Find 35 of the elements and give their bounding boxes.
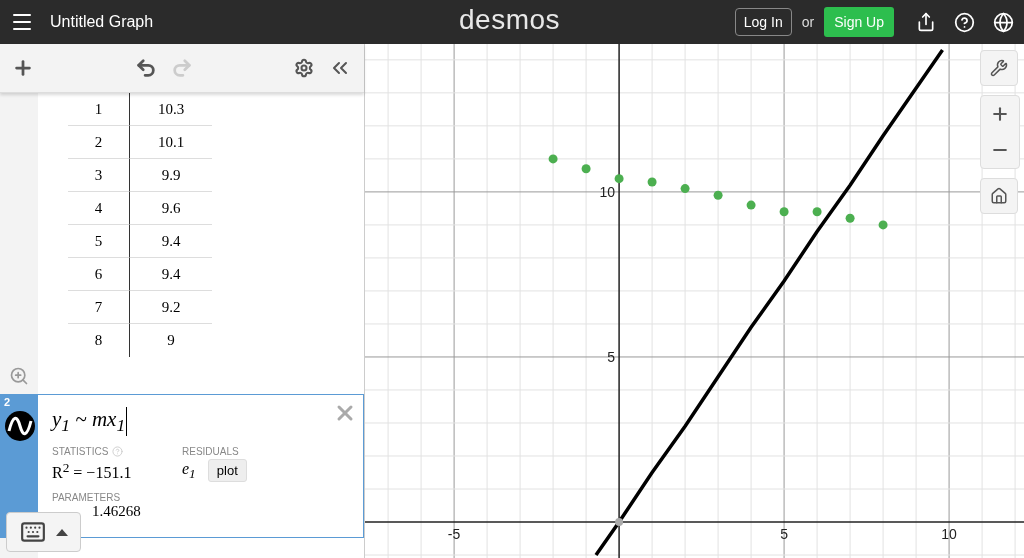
residuals-label: RESIDUALS [182,446,240,458]
table-cell: 9.4 [130,258,212,291]
table-cell: 5 [68,225,130,258]
table-cell: 9.4 [130,225,212,258]
table-cell: 9.2 [130,291,212,324]
table-cell: 4 [68,192,130,225]
table-cell: 6 [68,258,130,291]
table-cell: 2 [68,126,130,159]
table-cell: 9.9 [130,159,212,192]
table-cell: 7 [68,291,130,324]
or-text: or [801,14,815,30]
table-cell: 3 [68,159,130,192]
table-cell: 9.6 [130,192,212,225]
logo[interactable]: desmos [459,4,561,36]
table-cell: 1 [68,93,130,126]
axis-tick-label: 5 [780,526,788,542]
residual-variable: e$_{1}$ [182,459,196,482]
axis-tick-label: 10 [599,183,616,200]
table-cell-text: 9 [166,331,176,350]
table-cell: 8 [68,324,130,357]
expression-formula[interactable]: y$_{1}$ ~ mx$_{1}$ [52,407,128,437]
expression-number: 2 [4,396,11,408]
graph-title: Untitled Graph [50,13,154,31]
axis-tick-label: 10 [941,526,957,542]
table-cell: 10.3 [130,93,212,126]
table-cell: 10.1 [130,126,212,159]
plot-button[interactable]: plot [207,459,247,483]
axis-tick-label: -5 [447,526,461,542]
graph-canvas[interactable]: -5 5 10 5 10 [365,44,1024,558]
parameter-value: 1.46268 [92,503,142,521]
axis-tick-label: 5 [607,348,616,365]
parameters-label: PARAMETERS [52,492,122,504]
log-in-button[interactable]: Log In [734,8,792,36]
r-squared-value: R$^{2}$ = −151.1 [52,459,133,483]
statistics-label: STATISTICS [52,446,109,458]
